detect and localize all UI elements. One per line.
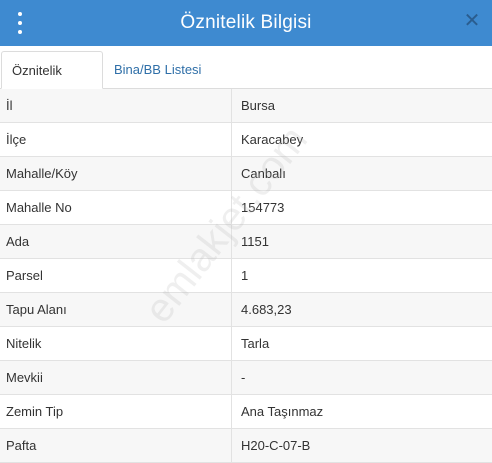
row-label: Pafta — [0, 429, 232, 462]
row-label: Mevkii — [0, 361, 232, 394]
row-value: Tarla — [241, 336, 270, 351]
row-label: Mahalle/Köy — [0, 157, 232, 190]
row-label: Zemin Tip — [0, 395, 232, 428]
row-label: İl — [0, 89, 232, 122]
row-value: Bursa — [241, 98, 275, 113]
row-value: H20-C-07-B — [241, 438, 311, 453]
kebab-menu-icon[interactable] — [12, 12, 28, 34]
row-value: Ana Taşınmaz — [241, 404, 324, 419]
table-row: Tapu Alanı 4.683,23 — [0, 293, 492, 327]
row-value: Canbalı — [241, 166, 286, 181]
table-row: Ada 1151 — [0, 225, 492, 259]
row-value: 4.683,23 — [241, 302, 292, 317]
row-label: Mahalle No — [0, 191, 232, 224]
tab-oznitelik-bilgisi[interactable]: Öznitelik Bilgisi — [1, 51, 103, 115]
row-label: İlçe — [0, 123, 232, 156]
row-value: 1151 — [241, 234, 269, 249]
row-value: 154773 — [241, 200, 285, 215]
row-label: Parsel — [0, 259, 232, 292]
row-label: Nitelik — [0, 327, 232, 360]
row-value: 1 — [241, 268, 249, 283]
dialog-header: Öznitelik Bilgisi ✕ — [0, 0, 492, 46]
row-label: Ada — [0, 225, 232, 258]
menu-dot — [18, 12, 22, 16]
table-row: Mevkii - — [0, 361, 492, 395]
table-row: Parsel 1 — [0, 259, 492, 293]
table-row: İlçe Karacabey — [0, 123, 492, 157]
tab-bar: Öznitelik Bilgisi Bina/BB Listesi — [0, 46, 492, 115]
table-row: Mahalle/Köy Canbalı — [0, 157, 492, 191]
tab-bina-bb-listesi[interactable]: Bina/BB Listesi — [104, 51, 211, 88]
row-value: - — [241, 370, 246, 385]
table-row: Mahalle No 154773 — [0, 191, 492, 225]
table-row: Zemin Tip Ana Taşınmaz — [0, 395, 492, 429]
menu-dot — [18, 30, 22, 34]
dialog-title: Öznitelik Bilgisi — [180, 12, 312, 33]
table-row: Nitelik Tarla — [0, 327, 492, 361]
menu-dot — [18, 21, 22, 25]
table-row: Pafta H20-C-07-B — [0, 429, 492, 463]
attribute-table: İl Bursa İlçe Karacabey Mahalle/Köy Canb… — [0, 89, 492, 463]
row-label: Tapu Alanı — [0, 293, 232, 326]
row-value: Karacabey — [241, 132, 304, 147]
table-row: İl Bursa — [0, 89, 492, 123]
close-icon[interactable]: ✕ — [462, 11, 482, 31]
